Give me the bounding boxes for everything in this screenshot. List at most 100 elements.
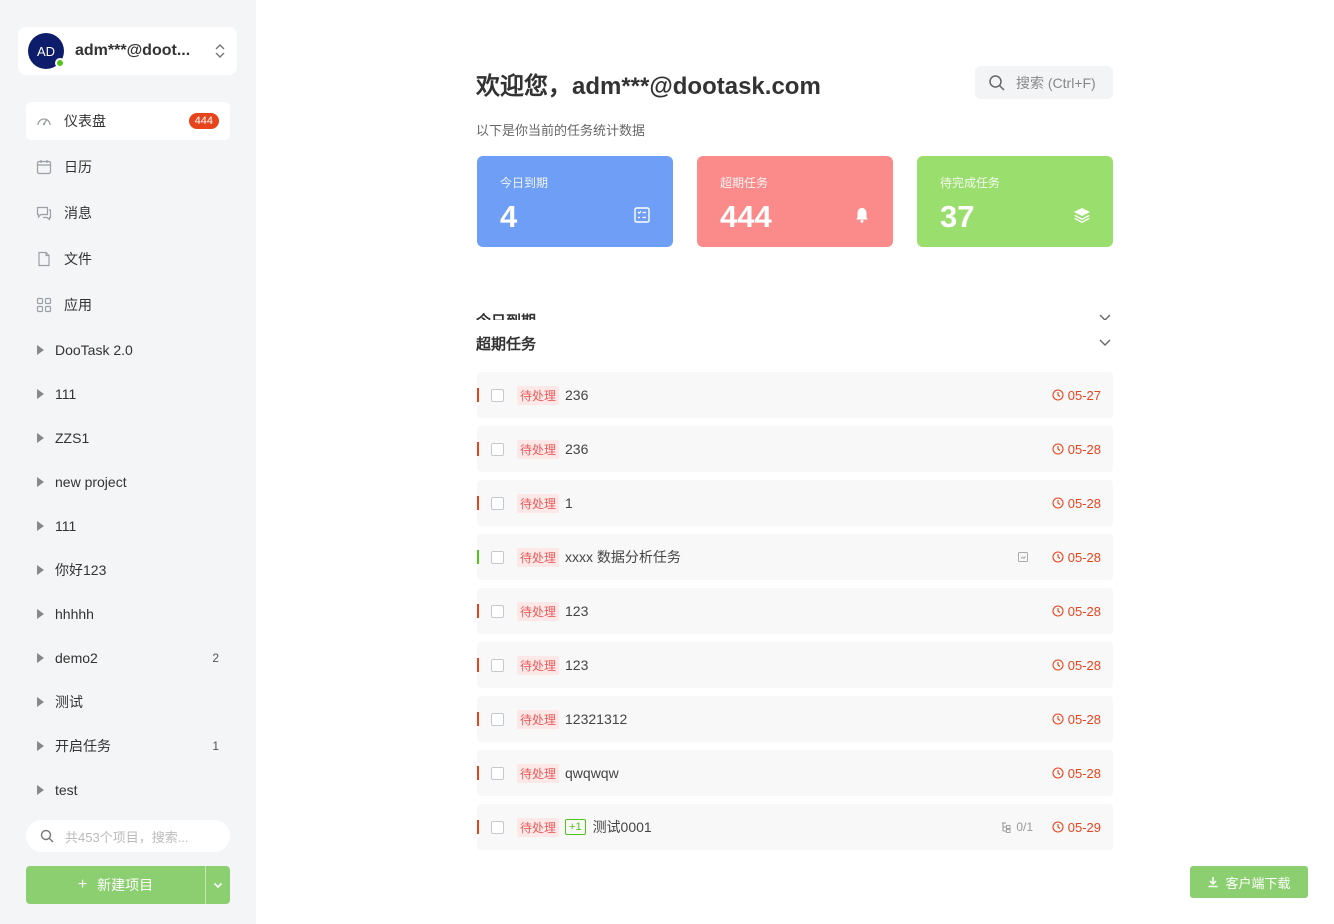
nav-label: 日历 (64, 159, 92, 175)
task-checkbox[interactable] (491, 496, 504, 510)
task-checkbox[interactable] (491, 550, 504, 564)
nav-item-files[interactable]: 文件 (26, 240, 230, 278)
nav-item-dashboard[interactable]: 仪表盘 444 (26, 102, 230, 140)
stat-card-overdue[interactable]: 超期任务 444 (697, 156, 893, 247)
stat-value: 444 (720, 199, 772, 234)
task-row[interactable]: 待处理 1 05-28 (477, 480, 1113, 526)
client-download-label: 客户端下载 (1225, 875, 1291, 891)
task-checkbox[interactable] (491, 658, 504, 672)
task-checkbox[interactable] (491, 388, 504, 402)
project-item[interactable]: DooTask 2.0 (26, 328, 230, 372)
project-item[interactable]: 开启任务 1 (26, 724, 230, 768)
checklist-icon (633, 206, 651, 224)
bell-icon (853, 206, 871, 224)
subtask-count: 0/1 (1016, 820, 1033, 834)
task-row[interactable]: 待处理 xxxx 数据分析任务 05-28 (477, 534, 1113, 580)
due-date: 05-28 (1052, 550, 1101, 565)
priority-bar (477, 820, 479, 834)
today-section-header[interactable]: 今日到期 (476, 308, 1112, 320)
task-row[interactable]: 待处理 +1 测试0001 0/1 05-29 (477, 804, 1113, 850)
task-checkbox[interactable] (491, 820, 504, 834)
task-name: 测试0001 (592, 819, 652, 835)
project-search-input[interactable]: 共453个项目，搜索... (26, 820, 230, 852)
nav-item-calendar[interactable]: 日历 (26, 148, 230, 186)
nav-item-messages[interactable]: 消息 (26, 194, 230, 232)
stat-label: 今日到期 (500, 176, 549, 190)
status-tag: 待处理 (517, 547, 560, 567)
priority-bar (477, 658, 479, 672)
stat-label: 待完成任务 (940, 176, 1001, 190)
nav-label: 消息 (64, 205, 92, 221)
search-icon (40, 829, 54, 843)
task-row[interactable]: 待处理 123 05-28 (477, 588, 1113, 634)
due-date: 05-28 (1052, 604, 1101, 619)
subtask-progress: 0/1 (1000, 820, 1033, 834)
project-item[interactable]: 订单 (26, 318, 230, 328)
task-row[interactable]: 待处理 12321312 05-28 (477, 696, 1113, 742)
caret-right-icon (37, 565, 44, 575)
avatar: AD (28, 33, 65, 69)
layers-icon (1073, 206, 1091, 224)
project-name: test (55, 782, 78, 798)
caret-right-icon (37, 389, 44, 399)
plus-icon: + (77, 876, 88, 893)
task-row[interactable]: 待处理 236 05-28 (477, 426, 1113, 472)
caret-right-icon (37, 477, 44, 487)
priority-bar (477, 442, 479, 456)
file-icon (36, 251, 52, 267)
clock-icon (1052, 821, 1064, 833)
clock-icon (1052, 605, 1064, 617)
task-checkbox[interactable] (491, 604, 504, 618)
stat-card-due-today[interactable]: 今日到期 4 (477, 156, 673, 247)
status-tag: 待处理 (517, 655, 560, 675)
search-icon (988, 74, 1006, 92)
client-download-button[interactable]: 客户端下载 (1190, 866, 1308, 898)
project-count: 2 (212, 651, 219, 665)
status-tag: 待处理 (517, 601, 560, 621)
status-tag: 待处理 (517, 439, 560, 459)
message-icon (36, 205, 52, 221)
chevron-down-icon[interactable] (1098, 335, 1112, 349)
project-item[interactable]: 你好123 (26, 548, 230, 592)
caret-right-icon (37, 653, 44, 663)
status-tag: 待处理 (517, 763, 560, 783)
nav-label: 仪表盘 (64, 113, 106, 129)
new-project-button[interactable]: + 新建项目 (26, 866, 205, 904)
task-name: 236 (565, 387, 589, 403)
due-date-text: 05-28 (1067, 495, 1101, 511)
stat-label: 超期任务 (720, 176, 769, 190)
project-item[interactable]: demo2 2 (26, 636, 230, 680)
project-item[interactable]: 测试 (26, 680, 230, 724)
due-date: 05-28 (1052, 712, 1101, 727)
user-switcher[interactable]: AD adm***@doot... (18, 27, 237, 75)
due-date-text: 05-27 (1067, 387, 1101, 403)
priority-bar (477, 604, 479, 618)
project-item[interactable]: 111 (26, 504, 230, 548)
stat-value: 4 (500, 199, 518, 234)
project-item[interactable]: 111 (26, 372, 230, 416)
global-search-button[interactable]: 搜索 (Ctrl+F) (975, 66, 1113, 99)
stat-value: 37 (940, 199, 975, 234)
task-row[interactable]: 待处理 qwqwqw 05-28 (477, 750, 1113, 796)
priority-bar (477, 388, 479, 402)
priority-bar (477, 496, 479, 510)
project-item[interactable]: ZZS1 (26, 416, 230, 460)
task-checkbox[interactable] (491, 712, 504, 726)
subtask-icon (1000, 821, 1012, 833)
due-date: 05-28 (1052, 442, 1101, 457)
task-row[interactable]: 待处理 123 05-28 (477, 642, 1113, 688)
stat-card-pending[interactable]: 待完成任务 37 (917, 156, 1113, 247)
task-row[interactable]: 待处理 236 05-27 (477, 372, 1113, 418)
chevron-down-icon (213, 882, 223, 889)
task-checkbox[interactable] (491, 766, 504, 780)
clock-icon (1052, 659, 1064, 671)
project-item[interactable]: test (26, 768, 230, 812)
project-name: 你好123 (55, 562, 107, 578)
project-item[interactable]: new project (26, 460, 230, 504)
task-checkbox[interactable] (491, 442, 504, 456)
new-project-dropdown-button[interactable] (205, 866, 230, 904)
project-item[interactable]: hhhhh (26, 592, 230, 636)
project-list[interactable]: 订单 DooTask 2.0 111 ZZS1 new project 111 … (26, 318, 230, 818)
project-name: ZZS1 (55, 430, 90, 446)
nav-label: 文件 (64, 251, 92, 267)
